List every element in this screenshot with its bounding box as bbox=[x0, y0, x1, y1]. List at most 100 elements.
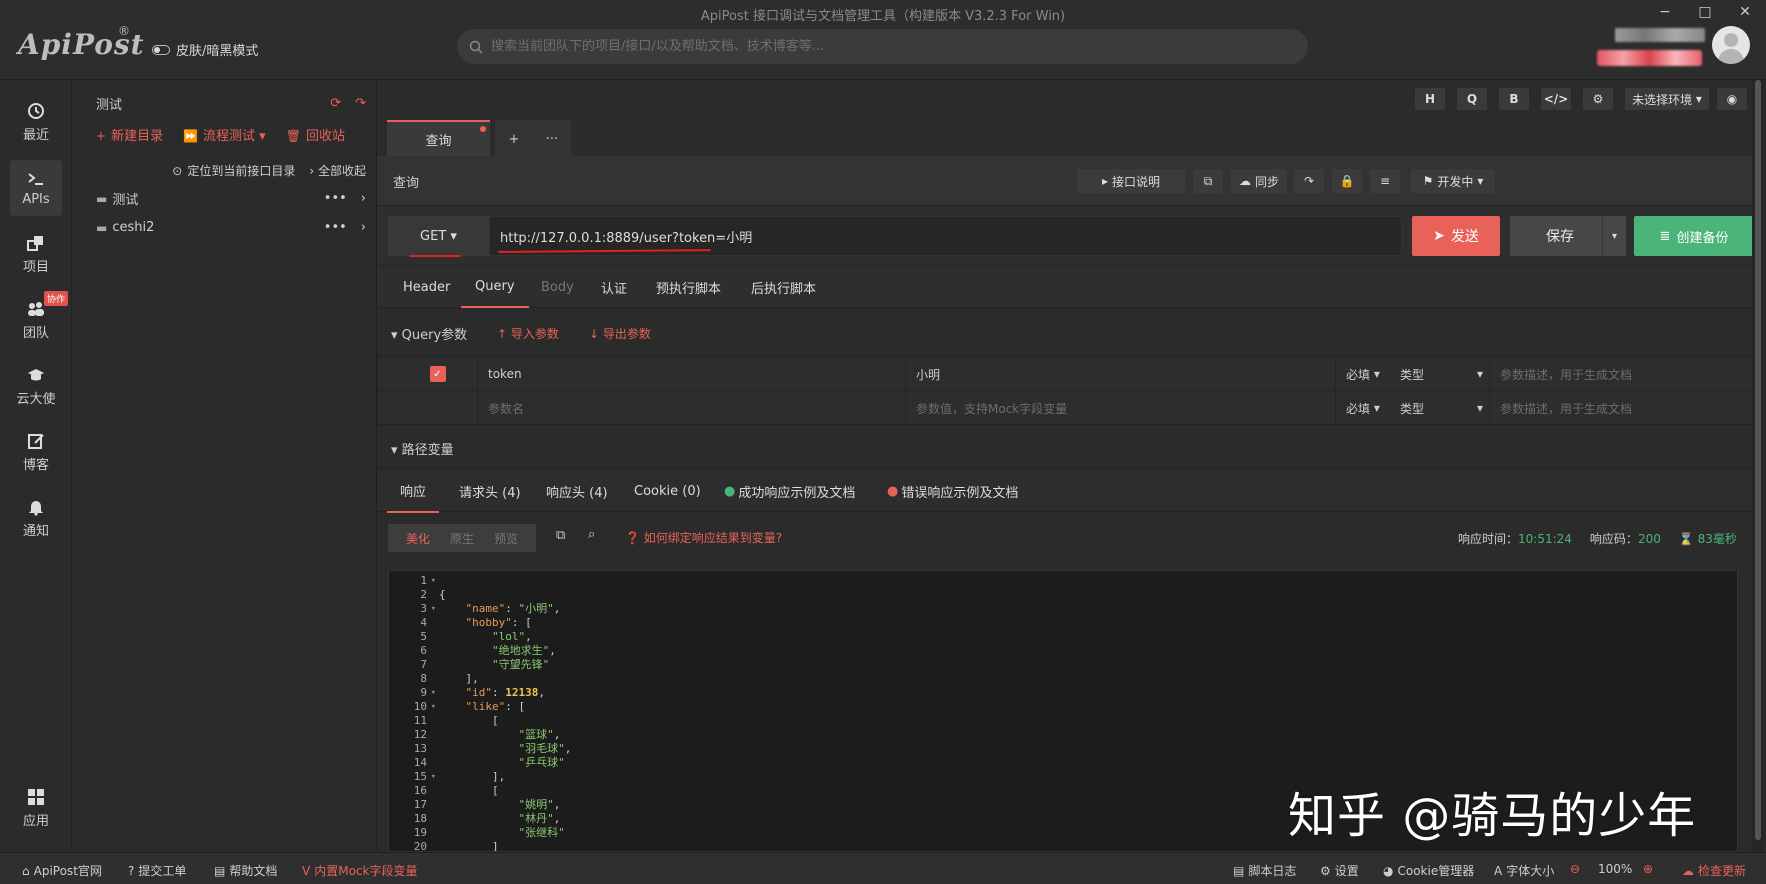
eye-icon[interactable]: ◉ bbox=[1716, 87, 1748, 111]
nav-apis[interactable]: APIs bbox=[10, 160, 62, 216]
nav-projects[interactable]: 项目 bbox=[10, 226, 62, 282]
chevron-right-icon[interactable]: › bbox=[361, 191, 366, 206]
save-button[interactable]: 保存 bbox=[1510, 216, 1610, 256]
recycle-button[interactable]: 🗑 回收站 bbox=[286, 125, 345, 144]
tab-auth[interactable]: 认证 bbox=[601, 266, 627, 308]
tab-response-headers[interactable]: 响应头 (4) bbox=[546, 469, 608, 513]
view-preview[interactable]: 预览 bbox=[494, 530, 518, 547]
type-select[interactable]: 类型 ▾ bbox=[1392, 391, 1490, 425]
locate-button[interactable]: ⊙ 定位到当前接口目录 bbox=[172, 162, 295, 179]
nav-notify[interactable]: 通知 bbox=[10, 490, 62, 546]
param-key-input[interactable]: token bbox=[478, 357, 906, 391]
add-tab-button[interactable]: + bbox=[495, 120, 533, 156]
tab-cookie[interactable]: Cookie (0) bbox=[634, 469, 701, 513]
required-select[interactable]: 必填 ▾ bbox=[1336, 391, 1392, 425]
type-select[interactable]: 类型 ▾ bbox=[1392, 357, 1490, 391]
zoom-in-button[interactable]: ⊕ bbox=[1643, 862, 1653, 876]
backup-button[interactable]: ≣ 创建备份 bbox=[1634, 216, 1754, 256]
mock-vars-link[interactable]: V 内置Mock字段变量 bbox=[302, 862, 417, 879]
minimize-button[interactable]: − bbox=[1650, 4, 1680, 24]
search-icon[interactable]: ⌕ bbox=[588, 527, 595, 542]
param-desc-input[interactable]: 参数描述，用于生成文档 bbox=[1490, 391, 1760, 425]
chevron-right-icon[interactable]: › bbox=[361, 220, 366, 235]
ticket-link[interactable]: ? 提交工单 bbox=[128, 862, 186, 879]
line-number: 11 bbox=[413, 714, 427, 727]
quote-button[interactable]: Q bbox=[1456, 87, 1488, 111]
bind-tip-link[interactable]: ❓ 如何绑定响应结果到变量? bbox=[625, 529, 782, 546]
nav-blog[interactable]: 博客 bbox=[10, 424, 62, 480]
cloud-icon: ☁ bbox=[1238, 174, 1251, 188]
cookie-manager-button[interactable]: ◕ Cookie管理器 bbox=[1383, 862, 1474, 879]
query-toggle[interactable]: ▾ Query参数 bbox=[391, 324, 467, 343]
tab-request-headers[interactable]: 请求头 (4) bbox=[459, 469, 521, 513]
heading-button[interactable]: H bbox=[1414, 87, 1446, 111]
copy-icon[interactable]: ⧉ bbox=[1193, 169, 1223, 193]
more-icon[interactable]: ••• bbox=[324, 191, 347, 206]
help-docs-link[interactable]: ▤ 帮助文档 bbox=[214, 862, 277, 879]
request-name[interactable]: 查询 bbox=[393, 172, 419, 191]
bold-button[interactable]: B bbox=[1498, 87, 1530, 111]
param-value-input[interactable]: 参数值，支持Mock字段变量 bbox=[906, 391, 1336, 425]
status-select[interactable]: ⚑ 开发中 ▾ bbox=[1411, 169, 1495, 193]
param-enabled-checkbox[interactable]: ✓ bbox=[378, 357, 478, 391]
method-select[interactable]: GET ▾ bbox=[388, 216, 489, 256]
sync-button[interactable]: ☁ 同步 bbox=[1231, 169, 1287, 193]
folder-row[interactable]: ▬ 测试 ••• › bbox=[96, 189, 366, 208]
tab-error-example[interactable]: ● 错误响应示例及文档 bbox=[887, 469, 1018, 513]
view-pretty[interactable]: 美化 bbox=[406, 530, 430, 547]
share-icon[interactable]: ↷ bbox=[1294, 169, 1324, 193]
copy-icon[interactable]: ⧉ bbox=[556, 528, 565, 543]
nav-label: 最近 bbox=[22, 127, 49, 143]
table-row: ✓ token 小明 必填 ▾ 类型 ▾ 参数描述，用于生成文档 bbox=[377, 356, 1761, 391]
maximize-button[interactable]: □ bbox=[1690, 4, 1720, 24]
global-search[interactable] bbox=[457, 29, 1308, 64]
nav-apps[interactable]: 应用 bbox=[10, 780, 62, 836]
scrollbar-thumb[interactable] bbox=[1755, 80, 1761, 840]
param-desc-input[interactable]: 参数描述，用于生成文档 bbox=[1490, 357, 1760, 391]
settings-button[interactable]: ⚙ 设置 bbox=[1320, 862, 1359, 879]
view-raw[interactable]: 原生 bbox=[450, 530, 474, 547]
tab-header[interactable]: Header bbox=[403, 266, 450, 308]
tab-response[interactable]: 响应 bbox=[387, 469, 440, 513]
skin-toggle[interactable]: 皮肤/暗黑模式 bbox=[152, 40, 258, 59]
nav-ambassador[interactable]: 云大使 bbox=[10, 358, 62, 414]
tab-query-params[interactable]: Query bbox=[461, 266, 529, 308]
tab-success-example[interactable]: ● 成功响应示例及文档 bbox=[724, 469, 855, 513]
path-variables-header[interactable]: ▾ 路径变量 bbox=[377, 430, 1761, 468]
more-icon[interactable]: ••• bbox=[324, 220, 347, 235]
main-scrollbar[interactable] bbox=[1752, 80, 1764, 851]
tab-more-button[interactable]: ··· bbox=[533, 120, 571, 156]
send-button[interactable]: ➤ 发送 bbox=[1412, 216, 1500, 256]
cloud-download-icon: ☁ bbox=[1682, 863, 1694, 878]
param-value-input[interactable]: 小明 bbox=[906, 357, 1336, 391]
api-doc-button[interactable]: ▸ 接口说明 bbox=[1077, 169, 1185, 193]
code-button[interactable]: </> bbox=[1540, 87, 1572, 111]
avatar[interactable] bbox=[1712, 26, 1750, 64]
tab-pre-script[interactable]: 预执行脚本 bbox=[656, 266, 721, 308]
lock-icon[interactable]: 🔒 bbox=[1332, 169, 1362, 193]
search-input[interactable] bbox=[491, 39, 1271, 54]
param-key-input[interactable]: 参数名 bbox=[478, 391, 906, 425]
save-dropdown-button[interactable]: ▾ bbox=[1602, 216, 1626, 256]
flow-test-button[interactable]: ⏩ 流程测试 ▾ bbox=[183, 125, 266, 144]
share-icon[interactable]: ↷ bbox=[355, 96, 366, 111]
check-update-button[interactable]: ☁ 检查更新 bbox=[1682, 862, 1746, 879]
required-select[interactable]: 必填 ▾ bbox=[1336, 357, 1392, 391]
new-dir-button[interactable]: + 新建目录 bbox=[96, 125, 163, 144]
import-params-button[interactable]: ↑ 导入参数 bbox=[497, 325, 559, 342]
close-button[interactable]: ✕ bbox=[1730, 4, 1760, 24]
nav-recent[interactable]: 最近 bbox=[10, 94, 62, 150]
sliders-button[interactable]: ⚙ bbox=[1582, 87, 1614, 111]
official-site-link[interactable]: ⌂ ApiPost官网 bbox=[22, 862, 102, 879]
collapse-all-button[interactable]: › 全部收起 bbox=[309, 162, 366, 179]
tab-body[interactable]: Body bbox=[541, 266, 574, 308]
tab-query[interactable]: 查询 bbox=[387, 120, 490, 156]
tab-post-script[interactable]: 后执行脚本 bbox=[751, 266, 816, 308]
zoom-out-button[interactable]: ⊖ bbox=[1570, 862, 1580, 876]
env-select[interactable]: 未选择环境 ▾ bbox=[1624, 87, 1710, 111]
script-log-button[interactable]: ▤ 脚本日志 bbox=[1233, 862, 1296, 879]
refresh-icon[interactable]: ⟳ bbox=[330, 96, 341, 111]
export-params-button[interactable]: ↓ 导出参数 bbox=[589, 325, 651, 342]
folder-row[interactable]: ▬ ceshi2 ••• › bbox=[96, 220, 366, 235]
database-icon[interactable]: ≡ bbox=[1370, 169, 1400, 193]
